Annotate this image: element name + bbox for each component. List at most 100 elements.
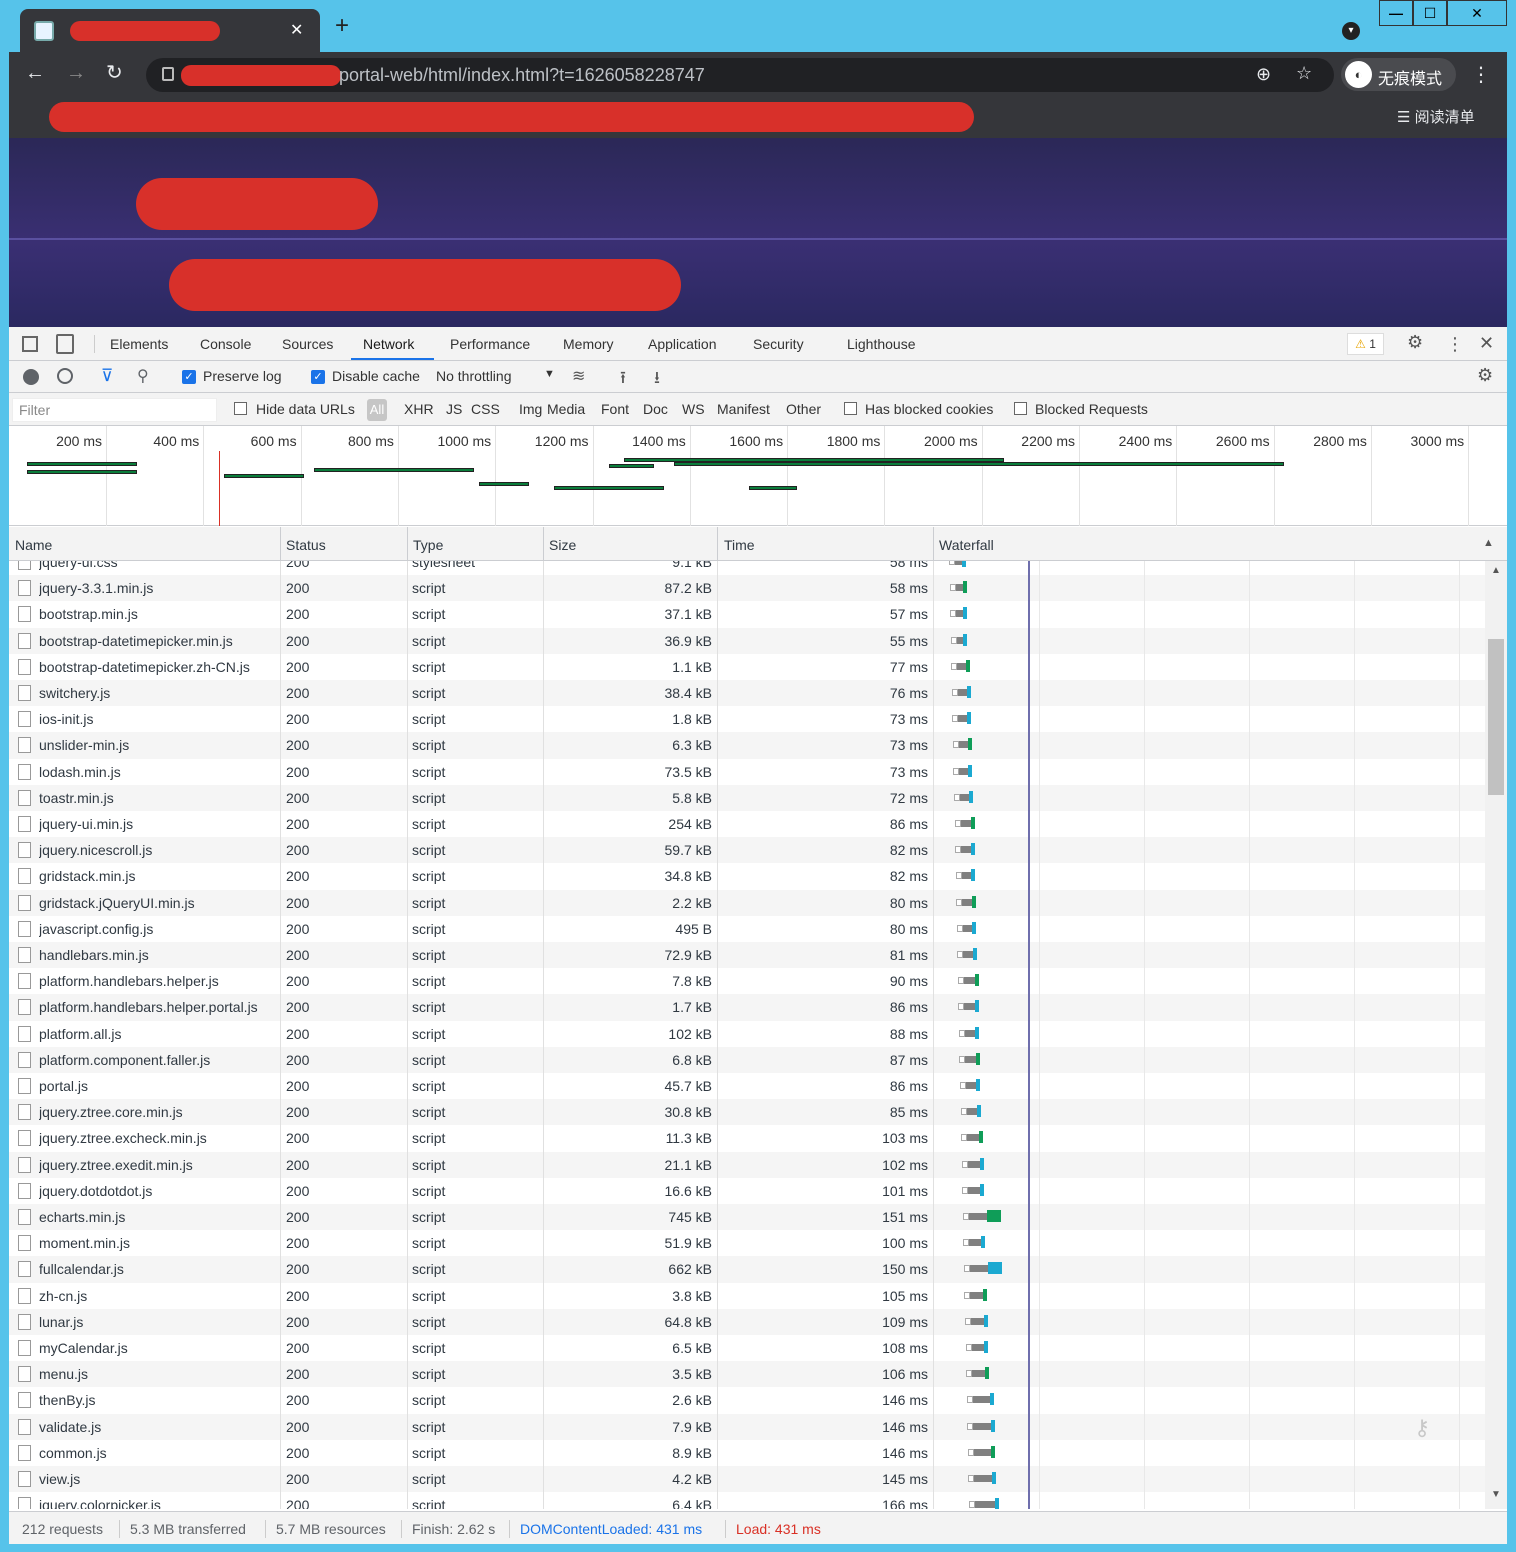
reading-list-button[interactable]: ☰ 阅读清单 xyxy=(1397,106,1475,127)
filter-type-other[interactable]: Other xyxy=(786,401,821,417)
table-row[interactable]: jquery.colorpicker.js 200 script 6.4 kB 166 … xyxy=(9,1492,1485,1509)
column-size[interactable]: Size xyxy=(549,537,576,553)
request-name[interactable]: gridstack.min.js xyxy=(39,868,281,884)
request-name[interactable]: platform.handlebars.helper.portal.js xyxy=(39,999,281,1015)
request-name[interactable]: thenBy.js xyxy=(39,1392,281,1408)
request-name[interactable]: handlebars.min.js xyxy=(39,947,281,963)
table-row[interactable]: thenBy.js 200 script 2.6 kB 146 ms xyxy=(9,1387,1485,1413)
tab-security[interactable]: Security xyxy=(753,336,804,352)
new-tab-icon[interactable]: + xyxy=(335,14,349,38)
chevron-down-icon[interactable]: ▼ xyxy=(544,368,555,380)
column-type[interactable]: Type xyxy=(413,537,443,553)
table-row[interactable]: portal.js 200 script 45.7 kB 86 ms xyxy=(9,1073,1485,1099)
tab-lighthouse[interactable]: Lighthouse xyxy=(847,336,916,352)
filter-type-media[interactable]: Media xyxy=(547,401,585,417)
table-row[interactable]: bootstrap.min.js 200 script 37.1 kB 57 ms xyxy=(9,601,1485,627)
maximize-button[interactable]: ☐ xyxy=(1413,0,1447,26)
disable-cache-checkbox[interactable]: ✓ xyxy=(311,370,325,384)
request-name[interactable]: moment.min.js xyxy=(39,1235,281,1251)
sort-ascending-icon[interactable]: ▲ xyxy=(1483,537,1494,549)
request-name[interactable]: fullcalendar.js xyxy=(39,1261,281,1277)
table-row[interactable]: gridstack.jQueryUI.min.js 200 script 2.2 kB… xyxy=(9,889,1485,916)
table-row[interactable]: jquery-3.3.1.min.js 200 script 87.2 kB 58 ms xyxy=(9,575,1485,602)
table-row[interactable]: lunar.js 200 script 64.8 kB 109 ms xyxy=(9,1308,1485,1335)
table-row[interactable]: zh-cn.js 200 script 3.8 kB 105 ms xyxy=(9,1283,1485,1309)
search-icon[interactable]: ⚲ xyxy=(137,366,149,386)
bookmark-star-icon[interactable]: ☆ xyxy=(1296,63,1312,84)
network-overview[interactable]: 200 ms 400 ms 600 ms 800 ms 1000 ms 1200 ms 14… xyxy=(9,426,1507,526)
request-name[interactable]: menu.js xyxy=(39,1366,281,1382)
close-window-button[interactable]: ✕ xyxy=(1447,0,1507,26)
request-name[interactable]: platform.all.js xyxy=(39,1026,281,1042)
table-row[interactable]: ios-init.js 200 script 1.8 kB 73 ms xyxy=(9,706,1485,732)
request-name[interactable]: switchery.js xyxy=(39,685,281,701)
table-row[interactable]: fullcalendar.js 200 script 662 kB 150 ms xyxy=(9,1256,1485,1283)
request-name[interactable]: jquery.ztree.excheck.min.js xyxy=(39,1130,281,1146)
tab-application[interactable]: Application xyxy=(648,336,717,352)
table-row[interactable]: jquery.nicescroll.js 200 script 59.7 kB 82 m… xyxy=(9,837,1485,864)
table-row[interactable]: jquery.ztree.excheck.min.js 200 script 11.3… xyxy=(9,1125,1485,1151)
request-name[interactable]: ios-init.js xyxy=(39,711,281,727)
column-status[interactable]: Status xyxy=(286,537,326,553)
table-row[interactable]: lodash.min.js 200 script 73.5 kB 73 ms xyxy=(9,759,1485,785)
request-name[interactable]: bootstrap.min.js xyxy=(39,606,281,622)
table-row[interactable]: jquery-ui.min.js 200 script 254 kB 86 ms xyxy=(9,811,1485,837)
request-name[interactable]: validate.js xyxy=(39,1419,281,1435)
preserve-log-checkbox[interactable]: ✓ xyxy=(182,370,196,384)
record-icon[interactable] xyxy=(23,369,39,385)
request-name[interactable]: myCalendar.js xyxy=(39,1340,281,1356)
request-name[interactable]: gridstack.jQueryUI.min.js xyxy=(39,895,281,911)
column-name[interactable]: Name xyxy=(15,537,52,553)
request-name[interactable]: bootstrap-datetimepicker.zh-CN.js xyxy=(39,659,281,675)
filter-type-ws[interactable]: WS xyxy=(682,401,705,417)
scrollbar-thumb[interactable] xyxy=(1488,639,1504,795)
device-toolbar-icon[interactable] xyxy=(56,334,74,354)
request-name[interactable]: portal.js xyxy=(39,1078,281,1094)
table-row[interactable]: bootstrap-datetimepicker.min.js 200 script… xyxy=(9,627,1485,654)
table-row[interactable]: platform.component.faller.js 200 script 6.8… xyxy=(9,1046,1485,1073)
request-name[interactable]: view.js xyxy=(39,1471,281,1487)
back-icon[interactable]: ← xyxy=(25,62,45,84)
tab-network[interactable]: Network xyxy=(363,336,414,352)
inspect-element-icon[interactable] xyxy=(22,336,38,352)
filter-input[interactable]: Filter xyxy=(12,398,217,422)
warnings-badge[interactable]: ⚠ 1 xyxy=(1347,333,1384,355)
table-row[interactable]: platform.handlebars.helper.portal.js 200 s… xyxy=(9,994,1485,1021)
column-divider[interactable] xyxy=(933,527,934,561)
filter-type-font[interactable]: Font xyxy=(601,401,629,417)
forward-icon[interactable]: → xyxy=(66,62,86,84)
request-name[interactable]: echarts.min.js xyxy=(39,1209,281,1225)
minimize-button[interactable]: — xyxy=(1379,0,1413,26)
network-settings-icon[interactable]: ⚙ xyxy=(1477,365,1493,386)
request-name[interactable]: jquery-ui.css xyxy=(39,561,281,570)
filter-icon[interactable]: ⊽ xyxy=(101,366,113,386)
column-divider[interactable] xyxy=(407,527,408,561)
zoom-icon[interactable]: ⊕ xyxy=(1256,64,1271,85)
table-row[interactable]: switchery.js 200 script 38.4 kB 76 ms xyxy=(9,680,1485,707)
filter-type-doc[interactable]: Doc xyxy=(643,401,668,417)
request-name[interactable]: lunar.js xyxy=(39,1314,281,1330)
table-row[interactable]: javascript.config.js 200 script 495 B 80 ms xyxy=(9,916,1485,942)
table-row[interactable]: myCalendar.js 200 script 6.5 kB 108 ms xyxy=(9,1335,1485,1361)
clear-icon[interactable] xyxy=(57,368,73,384)
tab-search-icon[interactable]: ▾ xyxy=(1342,22,1360,40)
column-divider[interactable] xyxy=(543,527,544,561)
request-name[interactable]: javascript.config.js xyxy=(39,921,281,937)
request-name[interactable]: platform.component.faller.js xyxy=(39,1052,281,1068)
browser-tab[interactable]: ✕ xyxy=(20,9,320,52)
tab-memory[interactable]: Memory xyxy=(563,336,614,352)
table-row[interactable]: gridstack.min.js 200 script 34.8 kB 82 ms xyxy=(9,863,1485,889)
request-name[interactable]: jquery.dotdotdot.js xyxy=(39,1183,281,1199)
import-har-icon[interactable]: ⭱ xyxy=(620,365,626,394)
table-row[interactable]: moment.min.js 200 script 51.9 kB 100 ms xyxy=(9,1230,1485,1256)
table-row[interactable]: menu.js 200 script 3.5 kB 106 ms xyxy=(9,1361,1485,1388)
column-divider[interactable] xyxy=(280,527,281,561)
filter-type-js[interactable]: JS xyxy=(446,401,462,417)
scroll-down-icon[interactable]: ▼ xyxy=(1491,1489,1501,1500)
table-row[interactable]: echarts.min.js 200 script 745 kB 151 ms xyxy=(9,1204,1485,1231)
filter-type-manifest[interactable]: Manifest xyxy=(717,401,770,417)
tab-elements[interactable]: Elements xyxy=(110,336,168,352)
request-name[interactable]: zh-cn.js xyxy=(39,1288,281,1304)
table-row[interactable]: common.js 200 script 8.9 kB 146 ms xyxy=(9,1440,1485,1466)
table-row[interactable]: bootstrap-datetimepicker.zh-CN.js 200 scri… xyxy=(9,654,1485,680)
